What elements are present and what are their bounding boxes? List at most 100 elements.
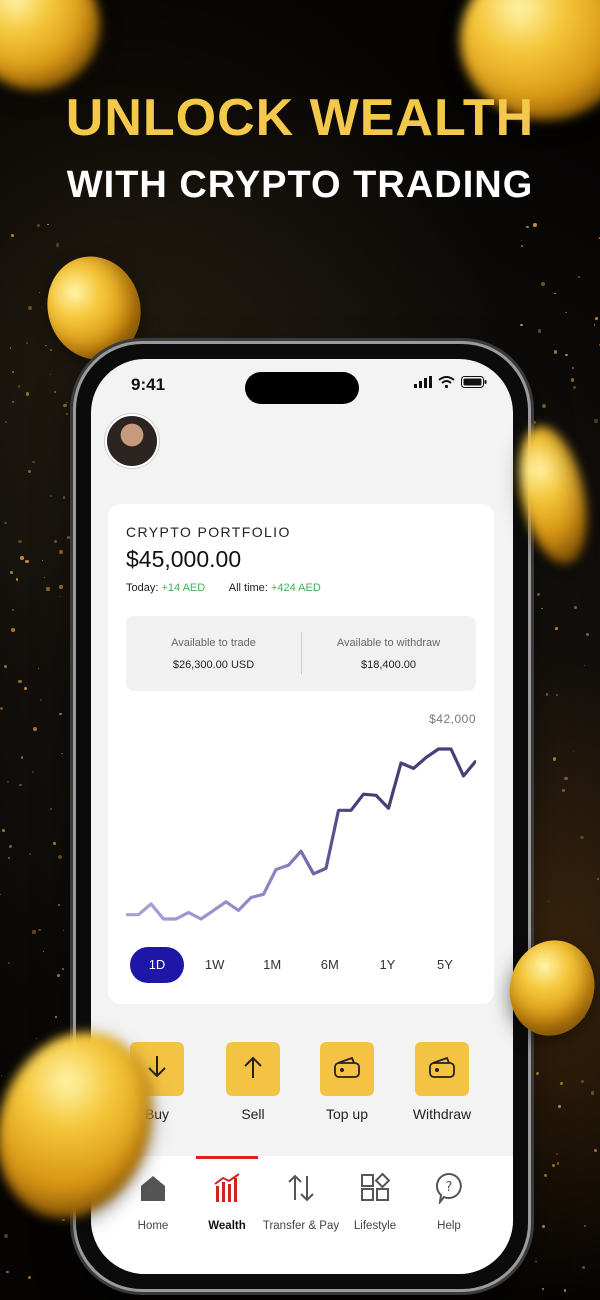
sparkle	[32, 461, 35, 464]
action-withdraw[interactable]: Withdraw	[397, 1042, 487, 1122]
sparkle	[554, 292, 556, 294]
sparkle	[544, 1173, 548, 1177]
sparkle	[8, 962, 10, 964]
tab-label: Lifestyle	[353, 1220, 397, 1232]
sparkle	[15, 578, 19, 581]
action-top-up[interactable]: Top up	[302, 1042, 392, 1122]
action-sell[interactable]: Sell	[208, 1042, 298, 1122]
tab-help[interactable]: ? Help	[407, 1156, 491, 1232]
tab-lifestyle[interactable]: Lifestyle	[333, 1156, 417, 1232]
range-button-1w[interactable]: 1W	[188, 947, 242, 983]
sparkle	[11, 609, 14, 611]
sparkle	[46, 587, 50, 591]
sparkle	[533, 421, 536, 424]
alltime-label: All time:	[228, 582, 268, 594]
tab-label: Home	[137, 1220, 169, 1232]
sparkle	[596, 877, 599, 880]
sparkle	[20, 756, 24, 759]
tab-label: Wealth	[208, 1220, 246, 1232]
dynamic-island	[245, 372, 359, 404]
sparkle	[553, 349, 558, 354]
sparkle	[17, 385, 21, 388]
arrow-up-icon	[241, 1054, 265, 1085]
range-button-1d[interactable]: 1D	[130, 947, 184, 983]
available-withdraw-label: Available to withdraw	[336, 637, 441, 649]
sparkle	[63, 403, 67, 408]
sparkle	[0, 706, 4, 710]
today-change: +14 AED	[161, 582, 206, 594]
sparkle	[10, 571, 13, 574]
range-button-5y[interactable]: 5Y	[418, 947, 472, 983]
price-series-line	[126, 747, 476, 921]
sparkle	[28, 852, 32, 855]
sparkle	[49, 373, 51, 376]
sparkle	[542, 1224, 545, 1228]
sparkle	[536, 592, 540, 597]
alltime-change: +424 AED	[270, 582, 321, 594]
tab-transfer-pay[interactable]: Transfer & Pay	[259, 1156, 343, 1232]
sparkle	[32, 930, 36, 934]
sparkle	[7, 856, 10, 859]
transfer-arrows-icon	[259, 1170, 343, 1206]
sparkle	[25, 559, 29, 564]
sparkle	[565, 353, 568, 356]
sparkle	[521, 245, 523, 247]
sparkle	[59, 549, 63, 554]
battery-icon	[461, 376, 487, 388]
headline-primary: UNLOCK WEALTH	[65, 89, 535, 147]
available-trade-value: $26,300.00 USD	[172, 659, 255, 671]
sparkle	[553, 757, 557, 761]
action-label: Sell	[241, 1106, 265, 1122]
sparkle	[11, 628, 16, 632]
action-icon-box[interactable]	[226, 1042, 280, 1096]
sparkle	[10, 233, 14, 237]
sparkle	[581, 1079, 585, 1083]
sparkle	[32, 770, 35, 773]
headline-secondary: WITH CRYPTO TRADING	[66, 164, 534, 206]
signal-icon	[414, 376, 432, 388]
help-bubble-icon: ?	[407, 1170, 491, 1206]
sparkle	[556, 1162, 560, 1165]
range-button-1y[interactable]: 1Y	[360, 947, 414, 983]
portfolio-value: $45,000.00	[126, 546, 242, 572]
available-to-trade: Available to trade $26,300.00 USD	[126, 616, 301, 691]
sparkle	[570, 378, 575, 382]
quick-actions: Buy Sell Top up Withdraw	[91, 1042, 513, 1122]
tab-wealth[interactable]: Wealth	[185, 1156, 269, 1232]
wallet-icon	[428, 1055, 456, 1084]
sparkle	[11, 400, 14, 403]
sparkle	[564, 776, 568, 780]
chart-max-label: $42,000	[429, 712, 476, 726]
bottom-tab-bar: Home Wealth Transfer & Pay Lifestyle ? Help	[91, 1156, 513, 1274]
sparkle	[525, 225, 529, 229]
sparkle	[62, 1218, 65, 1221]
sparkle	[547, 900, 549, 903]
sparkle	[52, 841, 56, 845]
range-button-1m[interactable]: 1M	[245, 947, 299, 983]
sparkle	[7, 781, 9, 783]
sparkle	[55, 243, 60, 247]
sparkle	[595, 316, 598, 320]
available-withdraw-value: $18,400.00	[360, 659, 417, 671]
sparkle	[593, 324, 596, 326]
price-line-chart	[126, 747, 476, 921]
sparkle	[533, 223, 537, 227]
chart-bars-icon	[185, 1170, 269, 1206]
action-icon-box[interactable]	[415, 1042, 469, 1096]
sparkle	[72, 952, 75, 955]
sparkle	[19, 556, 24, 561]
available-trade-label: Available to trade	[171, 637, 256, 649]
sparkle	[572, 366, 574, 369]
status-time: 9:41	[131, 375, 166, 394]
sparkle	[32, 727, 37, 732]
sparkle	[18, 539, 22, 544]
action-label: Top up	[325, 1106, 369, 1122]
portfolio-card: CRYPTO PORTFOLIO $45,000.00 Today: +14 A…	[108, 504, 494, 1004]
portfolio-title: CRYPTO PORTFOLIO	[126, 524, 291, 540]
range-button-6m[interactable]: 6M	[303, 947, 357, 983]
action-icon-box[interactable]	[320, 1042, 374, 1096]
sparkle	[6, 1270, 9, 1274]
sparkle	[56, 973, 60, 977]
sparkle	[54, 1016, 57, 1018]
avatar[interactable]	[105, 414, 159, 468]
